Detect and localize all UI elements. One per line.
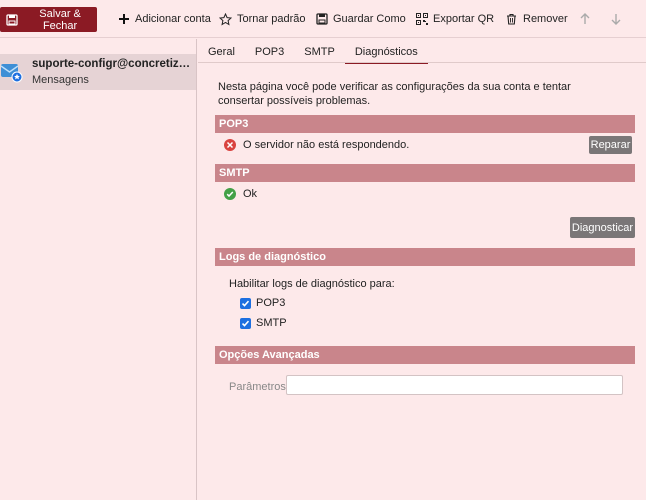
add-account-label: Adicionar conta [135,13,211,25]
make-default-label: Tornar padrão [237,13,306,25]
check-circle-icon [224,188,236,200]
plus-icon [117,13,130,26]
tab-bar: Geral POP3 SMTP Diagnósticos [198,42,428,64]
pop3-section-header: POP3 [215,115,635,133]
add-account-button[interactable]: Adicionar conta [117,9,211,29]
repair-button[interactable]: Reparar [589,136,632,154]
toolbar: Salvar & Fechar Adicionar conta Tornar p… [0,0,646,38]
smtp-status-text: Ok [243,188,258,200]
move-up-arrow-icon[interactable] [580,9,590,29]
pop3-status-text: O servidor não está respondendo. [243,139,410,151]
save-close-button[interactable]: Salvar & Fechar [0,7,97,32]
smtp-checkbox[interactable] [240,317,251,329]
save-as-button[interactable]: Guardar Como [315,9,406,29]
logs-section-header: Logs de diagnóstico [215,248,635,266]
tab-diagnosticos[interactable]: Diagnósticos [344,42,428,64]
error-icon [224,139,236,151]
diagnose-button[interactable]: Diagnosticar [570,217,635,238]
advanced-section-header: Opções Avançadas [215,346,635,364]
account-subtitle: Mensagens [32,74,89,86]
make-default-button[interactable]: Tornar padrão [219,9,306,29]
remove-button[interactable]: Remover [505,9,568,29]
pop3-checkbox-label: POP3 [256,297,286,309]
tab-divider [198,62,646,63]
logs-enable-label: Habilitar logs de diagnóstico para: [229,278,395,290]
account-sidebar: suporte-configr@concretizarco... Mensage… [0,39,197,500]
move-down-arrow-icon[interactable] [611,9,621,29]
pop3-checkbox[interactable] [240,297,251,309]
qr-code-icon [415,13,428,26]
tab-pop3[interactable]: POP3 [245,42,294,62]
smtp-section-header: SMTP [215,164,635,182]
remove-label: Remover [523,13,568,25]
pop3-status: O servidor não está respondendo. [224,139,409,151]
save-as-icon [315,13,328,26]
save-as-label: Guardar Como [333,13,406,25]
save-close-label: Salvar & Fechar [39,7,81,32]
log-option-pop3[interactable]: POP3 [240,297,285,309]
tab-geral[interactable]: Geral [198,42,245,62]
save-icon [6,13,18,26]
intro-text: Nesta página você pode verificar as conf… [218,81,571,107]
account-icon [0,60,24,84]
account-item[interactable]: suporte-configr@concretizarco... Mensage… [0,54,196,90]
smtp-status: Ok [224,188,257,200]
export-qr-label: Exportar QR [433,13,495,25]
trash-icon [505,13,518,26]
parameters-label: Parâmetros: [229,381,289,393]
smtp-checkbox-label: SMTP [256,317,287,329]
tab-smtp[interactable]: SMTP [294,42,345,62]
parameters-input[interactable] [286,375,623,395]
log-option-smtp[interactable]: SMTP [240,317,287,329]
star-icon [219,12,232,26]
account-name: suporte-configr@concretizarco... [32,58,194,70]
export-qr-button[interactable]: Exportar QR [415,9,494,29]
